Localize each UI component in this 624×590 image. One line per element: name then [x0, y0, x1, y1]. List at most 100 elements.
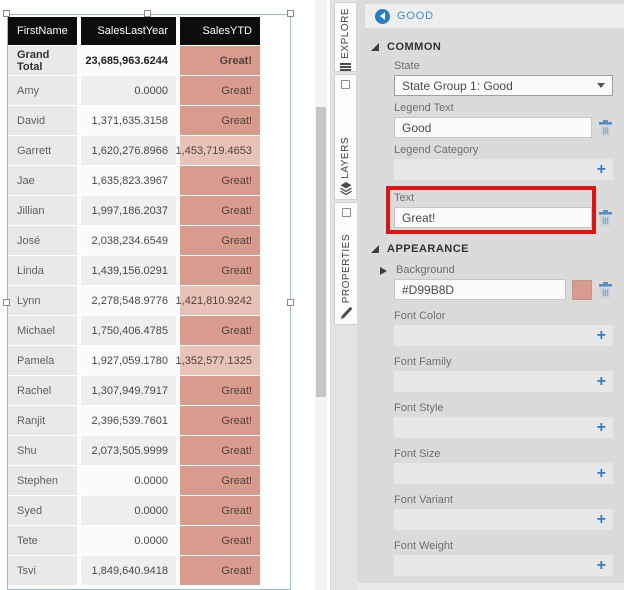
cell-saleslastyear: 1,620,276.8966	[81, 136, 176, 165]
table-row: Grand Total 23,685,963.6244 Great!	[8, 46, 260, 75]
selection-handle-top-right[interactable]	[287, 10, 294, 17]
section-common[interactable]: COMMON	[371, 40, 624, 54]
add-icon[interactable]: +	[597, 513, 606, 527]
chevron-down-icon	[597, 83, 605, 88]
add-icon[interactable]: +	[597, 163, 606, 177]
cell-firstname: Grand Total	[8, 46, 77, 75]
tab-properties-label: PROPERTIES	[341, 234, 352, 303]
table-row: Tsvi 1,849,640.9418 Great!	[8, 556, 260, 585]
font-field: +	[394, 555, 613, 576]
canvas-scrollbar[interactable]	[315, 0, 327, 590]
cell-saleslastyear: 0.0000	[81, 526, 176, 555]
state-dropdown-value: State Group 1: Good	[402, 79, 513, 93]
cell-saleslastyear: 1,927,059.1780	[81, 346, 176, 375]
legend-category-label: Legend Category	[394, 144, 613, 157]
selection-handle-mid-right[interactable]	[287, 299, 294, 306]
table-row: Linda 1,439,156.0291 Great!	[8, 256, 260, 285]
expanded-icon	[371, 43, 379, 51]
cell-firstname: Lynn	[8, 286, 77, 315]
datagrid-visual[interactable]: FirstName SalesLastYear SalesYTD Grand T…	[8, 17, 260, 586]
cell-firstname: José	[8, 226, 77, 255]
section-appearance[interactable]: APPEARANCE	[371, 242, 624, 256]
background-expander[interactable]: Background	[380, 264, 624, 277]
add-icon[interactable]: +	[597, 329, 606, 343]
column-header-salesytd: SalesYTD	[180, 17, 260, 45]
font-field-label: Font Weight	[394, 540, 613, 553]
trash-icon[interactable]	[598, 282, 613, 298]
font-field-label: Font Size	[394, 448, 613, 461]
cell-firstname: Amy	[8, 76, 77, 105]
cell-firstname: Linda	[8, 256, 77, 285]
cell-firstname: Rachel	[8, 376, 77, 405]
table-row: Jillian 1,997,186.2037 Great!	[8, 196, 260, 225]
table-row: Stephen 0.0000 Great!	[8, 466, 260, 495]
state-group-title: GOOD	[397, 10, 434, 22]
legend-text-label: Legend Text	[394, 102, 613, 115]
legend-category-field: +	[394, 159, 613, 180]
legend-text-input[interactable]	[394, 117, 592, 138]
table-row: Jae 1,635,823.3967 Great!	[8, 166, 260, 195]
canvas-scrollbar-thumb[interactable]	[316, 107, 326, 397]
state-label: State	[394, 60, 613, 73]
selection-handle-mid-left[interactable]	[3, 299, 10, 306]
cell-salesytd: Great!	[180, 316, 260, 345]
background-color-input[interactable]	[394, 279, 566, 300]
text-input[interactable]	[394, 207, 592, 228]
back-button[interactable]	[375, 9, 390, 24]
cell-firstname: Ranjit	[8, 406, 77, 435]
font-field-label: Font Style	[394, 402, 613, 415]
cell-salesytd: Great!	[180, 526, 260, 555]
cell-salesytd: Great!	[180, 556, 260, 585]
cell-firstname: Tete	[8, 526, 77, 555]
cell-saleslastyear: 0.0000	[81, 466, 176, 495]
add-icon[interactable]: +	[597, 375, 606, 389]
state-dropdown[interactable]: State Group 1: Good	[394, 75, 613, 96]
text-label: Text	[394, 192, 613, 205]
add-icon[interactable]: +	[597, 467, 606, 481]
add-icon[interactable]: +	[597, 421, 606, 435]
trash-icon[interactable]	[598, 120, 613, 136]
table-row: David 1,371,635.3158 Great!	[8, 106, 260, 135]
font-field: +	[394, 371, 613, 392]
cell-salesytd: 1,421,810.9242	[180, 286, 260, 315]
background-label: Background	[396, 264, 455, 277]
table-row: José 2,038,234.6549 Great!	[8, 226, 260, 255]
cell-firstname: Jillian	[8, 196, 77, 225]
tab-explore-label: EXPLORE	[340, 8, 351, 59]
cell-saleslastyear: 1,635,823.3967	[81, 166, 176, 195]
cell-firstname: Michael	[8, 316, 77, 345]
panel-bottom-strip	[357, 583, 624, 590]
collapsed-icon	[380, 267, 387, 275]
cell-firstname: Stephen	[8, 466, 77, 495]
trash-icon[interactable]	[598, 210, 613, 226]
cell-saleslastyear: 1,439,156.0291	[81, 256, 176, 285]
font-field: +	[394, 325, 613, 346]
cell-salesytd: Great!	[180, 196, 260, 225]
add-icon[interactable]: +	[597, 559, 606, 573]
cell-salesytd: Great!	[180, 46, 260, 75]
cell-firstname: Shu	[8, 436, 77, 465]
cell-salesytd: Great!	[180, 166, 260, 195]
cell-firstname: Jae	[8, 166, 77, 195]
cell-saleslastyear: 1,997,186.2037	[81, 196, 176, 225]
state-group-header: GOOD	[365, 4, 624, 28]
cell-saleslastyear: 2,038,234.6549	[81, 226, 176, 255]
square-icon	[342, 208, 351, 217]
tab-explore[interactable]: EXPLORE	[334, 2, 357, 72]
tab-properties[interactable]: PROPERTIES	[334, 202, 358, 325]
side-tab-strip: EXPLORE LAYERS PROPERTIES	[330, 0, 357, 590]
properties-panel: GOOD COMMON State State Group 1: Good Le…	[357, 0, 624, 590]
cell-salesytd: Great!	[180, 406, 260, 435]
selection-handle-top-center[interactable]	[144, 10, 151, 17]
font-field: +	[394, 509, 613, 530]
cell-saleslastyear: 0.0000	[81, 496, 176, 525]
cell-salesytd: Great!	[180, 466, 260, 495]
cell-saleslastyear: 1,849,640.9418	[81, 556, 176, 585]
selection-handle-top-left[interactable]	[3, 10, 10, 17]
table-header: FirstName SalesLastYear SalesYTD	[8, 17, 260, 45]
background-swatch[interactable]	[572, 280, 592, 300]
cell-salesytd: Great!	[180, 76, 260, 105]
table-row: Michael 1,750,406.4785 Great!	[8, 316, 260, 345]
cell-firstname: David	[8, 106, 77, 135]
tab-layers[interactable]: LAYERS	[334, 74, 357, 200]
